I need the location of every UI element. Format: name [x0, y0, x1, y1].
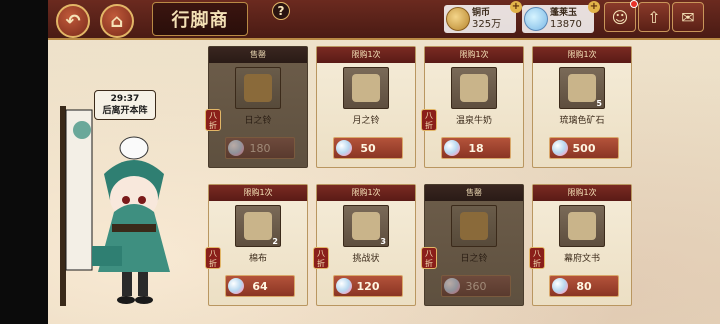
item-icon	[244, 212, 272, 240]
item-quantity: 5	[596, 99, 602, 108]
buy-button[interactable]: 64	[225, 275, 295, 297]
buy-button[interactable]: 18	[441, 137, 511, 159]
shop-item-card[interactable]: 限购1次 5 琉璃色矿石 500	[532, 46, 632, 168]
currency-value: 325万	[472, 19, 502, 30]
item-icon	[244, 74, 272, 102]
shop-item-card[interactable]: 限购1次 幕府文书 八折 80	[529, 184, 632, 306]
item-price: 18	[468, 141, 484, 155]
buy-button[interactable]: 360	[441, 275, 511, 297]
shop-item-card[interactable]: 限购1次 月之铃 50	[316, 46, 416, 168]
item-quantity: 2	[272, 237, 278, 246]
upgrade-arrow-icon: ⇧	[647, 7, 661, 27]
upgrade-button[interactable]: ⇧	[638, 2, 670, 32]
buy-button[interactable]: 120	[333, 275, 403, 297]
item-icon	[460, 74, 488, 102]
item-name: 幕府文书	[563, 254, 600, 264]
item-icon-box	[343, 67, 389, 109]
mail-button[interactable]: ✉	[672, 2, 704, 32]
buy-button[interactable]: 500	[549, 137, 619, 159]
item-quantity: 3	[380, 237, 386, 246]
card-header: 限购1次	[317, 47, 415, 63]
item-name: 日之铃	[460, 254, 488, 264]
item-icon	[568, 74, 596, 102]
item-icon-box: 3	[343, 205, 389, 247]
notification-dot	[630, 0, 638, 8]
add-jade-button[interactable]: +	[588, 1, 600, 13]
card-header: 限购1次	[317, 185, 415, 201]
discount-badge: 八折	[205, 247, 221, 269]
item-price: 500	[572, 141, 596, 155]
item-icon-box	[451, 67, 497, 109]
shop-item-card[interactable]: 限购1次 2 棉布 八折 64	[205, 184, 308, 306]
page-title: 行脚商	[152, 2, 248, 36]
card-header: 限购1次	[533, 47, 631, 63]
buy-button[interactable]: 50	[333, 137, 403, 159]
item-name: 温泉牛奶	[455, 116, 492, 126]
currency-value: 13870	[550, 19, 582, 30]
item-icon	[352, 74, 380, 102]
friends-button[interactable]: ☺	[604, 0, 638, 32]
buy-button[interactable]: 180	[225, 137, 295, 159]
item-icon	[568, 212, 596, 240]
item-icon-box: 2	[235, 205, 281, 247]
discount-badge: 八折	[313, 247, 329, 269]
mail-icon: ✉	[681, 7, 695, 27]
back-button[interactable]: ↶	[56, 4, 90, 38]
shop-item-card[interactable]: 售罄 日之铃 八折 180	[205, 46, 308, 168]
card-header: 限购1次	[533, 185, 631, 201]
item-price: 180	[249, 141, 271, 155]
item-icon-box	[559, 205, 605, 247]
home-button[interactable]: ⌂	[100, 4, 134, 38]
item-icon-box	[451, 205, 497, 247]
timer-note: 后离开本阵	[102, 106, 148, 116]
discount-badge: 八折	[529, 247, 545, 269]
item-icon	[460, 212, 488, 240]
item-name: 棉布	[248, 254, 267, 264]
card-header: 限购1次	[425, 47, 523, 63]
card-header: 售罄	[209, 47, 307, 63]
add-copper-button[interactable]: +	[510, 1, 522, 13]
copper-coin-icon	[446, 7, 470, 31]
item-price: 360	[465, 279, 487, 293]
friends-icon: ☺	[611, 7, 629, 27]
discount-badge: 八折	[421, 247, 437, 269]
help-button[interactable]: ?	[272, 2, 290, 20]
left-black-strip	[0, 0, 48, 324]
currency-name: 蓬莱玉	[550, 8, 578, 18]
item-name: 月之铃	[352, 116, 380, 126]
item-icon	[352, 212, 380, 240]
merchant-timer: 29:37 后离开本阵	[94, 90, 156, 120]
buy-button[interactable]: 80	[549, 275, 619, 297]
item-icon-box: 5	[559, 67, 605, 109]
item-name: 琉璃色矿石	[559, 116, 605, 126]
back-arrow-icon: ↶	[65, 10, 81, 32]
jade-icon	[524, 7, 548, 31]
shop-item-card[interactable]: 限购1次 温泉牛奶 八折 18	[421, 46, 524, 168]
timer-value: 29:37	[110, 94, 140, 104]
item-price: 80	[576, 279, 592, 293]
card-header: 售罄	[425, 185, 523, 201]
item-name: 日之铃	[244, 116, 272, 126]
item-name: 挑战状	[352, 254, 380, 264]
item-price: 50	[360, 141, 376, 155]
discount-badge: 八折	[421, 109, 437, 131]
card-header: 限购1次	[209, 185, 307, 201]
shop-item-card[interactable]: 售罄 日之铃 八折 360	[421, 184, 524, 306]
currency-copper: 铜币 325万 +	[444, 1, 522, 33]
currency-name: 铜币	[472, 8, 491, 18]
discount-badge: 八折	[205, 109, 221, 131]
item-icon-box	[235, 67, 281, 109]
currency-jade: 蓬莱玉 13870 +	[522, 1, 600, 33]
item-price: 120	[356, 279, 380, 293]
home-icon: ⌂	[110, 10, 124, 32]
merchant-character	[60, 106, 170, 306]
shop-item-card[interactable]: 限购1次 3 挑战状 八折 120	[313, 184, 416, 306]
top-bar: ↶ ⌂ 行脚商 ? 铜币 325万 + 蓬莱玉 13870 + ☺ ⇧ ✉	[48, 0, 720, 40]
item-price: 64	[252, 279, 268, 293]
